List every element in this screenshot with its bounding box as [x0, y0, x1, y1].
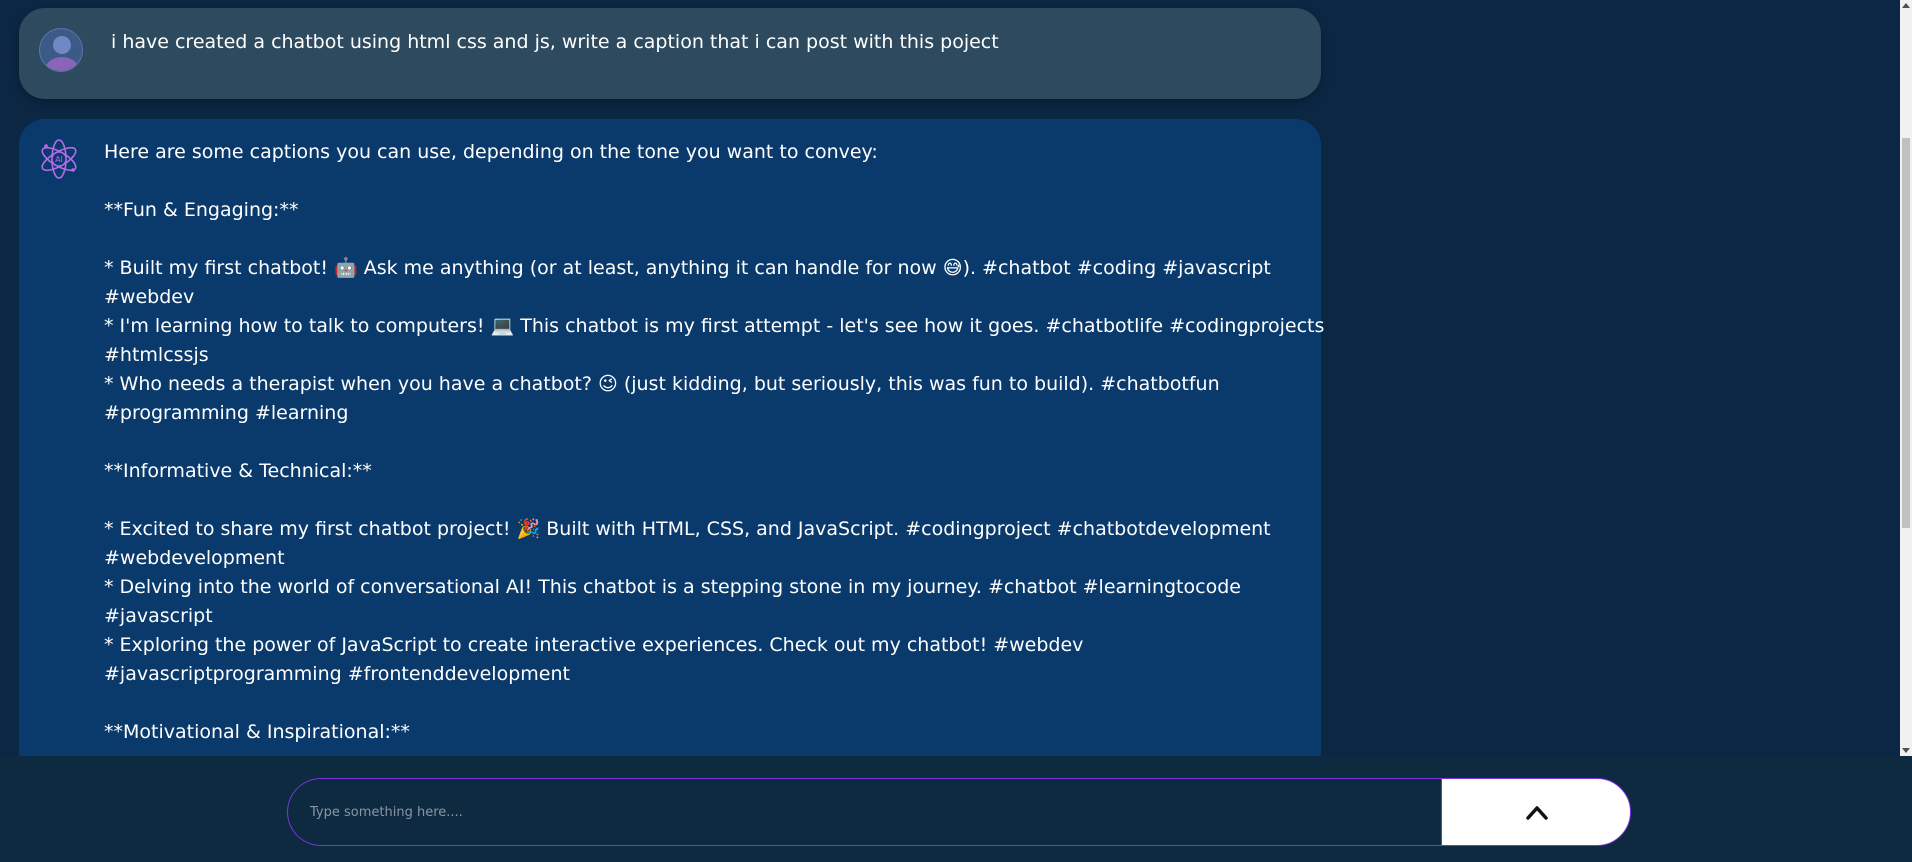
ai-message-line	[104, 689, 1304, 718]
ai-message: AI Here are some captions you can use, d…	[19, 119, 1325, 756]
ai-message-line	[104, 428, 1304, 457]
ai-message-line: #programming #learning	[104, 402, 349, 424]
svg-text:AI: AI	[55, 155, 63, 164]
user-message-text: i have created a chatbot using html css …	[111, 31, 999, 53]
ai-message-line: * I'm learning how to talk to computers!…	[104, 315, 1325, 337]
ai-message-line: * Exploring the power of JavaScript to c…	[104, 634, 1084, 656]
ai-message-line: * Built my first chatbot! 🤖 Ask me anyth…	[104, 257, 1271, 279]
ai-message-line: * Who needs a therapist when you have a …	[104, 373, 1220, 395]
message-input[interactable]	[287, 778, 1442, 846]
ai-message-line: Here are some captions you can use, depe…	[104, 141, 878, 163]
scroll-up-icon[interactable]	[1902, 3, 1910, 8]
ai-atom-icon: AI	[37, 137, 81, 181]
ai-message-line: **Motivational & Inspirational:**	[104, 721, 410, 743]
ai-message-line	[104, 225, 1304, 254]
ai-message-line: #javascript	[104, 605, 213, 627]
chevron-up-icon	[1526, 806, 1548, 820]
send-button[interactable]	[1441, 778, 1631, 846]
chat-scrollbar[interactable]	[1900, 0, 1912, 756]
user-avatar-icon	[39, 28, 83, 72]
ai-message-line: #webdev	[104, 286, 195, 308]
ai-message-line	[104, 167, 1304, 196]
ai-message-line: **Informative & Technical:**	[104, 460, 372, 482]
ai-message-text: Here are some captions you can use, depe…	[104, 138, 1325, 747]
ai-message-line: #webdevelopment	[104, 547, 285, 569]
chat-area: i have created a chatbot using html css …	[0, 0, 1912, 756]
scrollbar-thumb[interactable]	[1902, 138, 1910, 528]
scroll-down-icon[interactable]	[1902, 748, 1910, 753]
ai-message-line: * Excited to share my first chatbot proj…	[104, 518, 1271, 540]
ai-message-line: #htmlcssjs	[104, 344, 209, 366]
user-message: i have created a chatbot using html css …	[19, 8, 1321, 99]
ai-message-line: **Fun & Engaging:**	[104, 199, 299, 221]
ai-message-line	[104, 486, 1304, 515]
ai-message-line: #javascriptprogramming #frontenddevelopm…	[104, 663, 570, 685]
ai-message-line: * Delving into the world of conversation…	[104, 576, 1241, 598]
